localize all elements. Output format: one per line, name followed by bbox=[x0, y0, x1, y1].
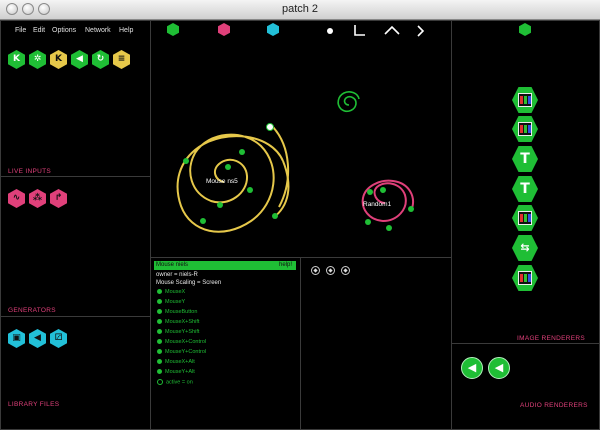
mouse-node-port[interactable] bbox=[266, 123, 274, 131]
port-dot bbox=[157, 359, 162, 365]
port-dot bbox=[157, 379, 163, 385]
port-label: MouseButton bbox=[165, 309, 198, 315]
port-row[interactable]: MouseY+Control bbox=[157, 349, 206, 355]
port-label: MouseX+Shift bbox=[165, 319, 200, 325]
port-label: MouseX+Control bbox=[165, 339, 207, 345]
menu-options[interactable]: Options bbox=[52, 27, 76, 34]
port-row[interactable]: MouseX+Alt bbox=[157, 359, 195, 365]
node-label-mouse[interactable]: Mouse ns5 bbox=[206, 178, 238, 185]
port-row[interactable]: MouseX+Shift bbox=[157, 319, 199, 325]
random-node-port[interactable] bbox=[367, 189, 373, 195]
random-node-port[interactable] bbox=[380, 187, 386, 193]
port-dot bbox=[157, 309, 162, 315]
random-node-port[interactable] bbox=[386, 225, 392, 231]
window-titlebar: patch 2 bbox=[0, 0, 600, 20]
section-library-files: LIBRARY FILES bbox=[8, 401, 60, 408]
help-link[interactable]: help! bbox=[279, 262, 292, 268]
port-dot bbox=[157, 319, 162, 325]
menu-network[interactable]: Network bbox=[85, 27, 111, 34]
port-row[interactable]: MouseY bbox=[157, 299, 185, 305]
secondary-panel bbox=[300, 257, 452, 430]
port-label: MouseX+Alt bbox=[165, 359, 195, 365]
mouse-node-port[interactable] bbox=[200, 218, 206, 224]
port-label: MouseY+Control bbox=[165, 349, 207, 355]
menu-edit[interactable]: Edit bbox=[33, 27, 45, 34]
active-toggle[interactable]: active = on bbox=[157, 379, 193, 385]
mouse-node-port[interactable] bbox=[247, 187, 253, 193]
random-node-port[interactable] bbox=[365, 219, 371, 225]
port-row[interactable]: MouseY+Alt bbox=[157, 369, 195, 375]
mouse-node-port[interactable] bbox=[272, 213, 278, 219]
port-label: MouseY+Alt bbox=[165, 369, 195, 375]
port-dot bbox=[157, 289, 162, 295]
port-row[interactable]: MouseButton bbox=[157, 309, 197, 315]
menu-file[interactable]: File bbox=[15, 27, 26, 34]
section-image-renderers: IMAGE RENDERERS bbox=[517, 335, 586, 342]
divider bbox=[0, 176, 150, 177]
mouse-node-port[interactable] bbox=[183, 158, 189, 164]
random-node-port[interactable] bbox=[408, 206, 414, 212]
inspector-title: Mouse niels bbox=[156, 262, 189, 268]
menu-help[interactable]: Help bbox=[119, 27, 133, 34]
section-generators: GENERATORS bbox=[8, 307, 56, 314]
port-dot bbox=[157, 339, 162, 345]
section-live-inputs: LIVE INPUTS bbox=[8, 168, 52, 175]
green-spiral bbox=[337, 91, 360, 112]
section-audio-renderers: AUDIO RENDERERS bbox=[520, 402, 588, 409]
port-dot bbox=[157, 349, 162, 355]
port-label: MouseY bbox=[165, 299, 186, 305]
port-dot bbox=[157, 329, 162, 335]
divider bbox=[0, 316, 150, 317]
port-dot bbox=[157, 299, 162, 305]
divider bbox=[452, 343, 600, 344]
speaker-renderer-icon[interactable]: ◀ bbox=[461, 357, 483, 379]
speaker-renderer-icon[interactable]: ◀ bbox=[488, 357, 510, 379]
node-label-random[interactable]: Random1 bbox=[363, 201, 391, 208]
active-label: active = on bbox=[166, 379, 193, 386]
diamond-button[interactable] bbox=[341, 266, 350, 275]
left-panel bbox=[0, 20, 151, 430]
mouse-node-port[interactable] bbox=[217, 202, 223, 208]
port-label: MouseX bbox=[165, 289, 186, 295]
port-row[interactable]: MouseX+Control bbox=[157, 339, 206, 345]
port-row[interactable]: MouseX bbox=[157, 289, 185, 295]
port-label: MouseY+Shift bbox=[165, 329, 200, 335]
window-title: patch 2 bbox=[281, 3, 319, 15]
canvas-drawing bbox=[176, 91, 414, 233]
diamond-button[interactable] bbox=[326, 266, 335, 275]
mouse-node-port[interactable] bbox=[239, 149, 245, 155]
port-row[interactable]: MouseY+Shift bbox=[157, 329, 199, 335]
mouse-node-port[interactable] bbox=[225, 164, 231, 170]
port-dot bbox=[157, 369, 162, 375]
inspector-owner: owner = niels-R bbox=[156, 272, 198, 278]
inspector-scaling[interactable]: Mouse Scaling = Screen bbox=[156, 280, 221, 286]
diamond-button[interactable] bbox=[311, 266, 320, 275]
